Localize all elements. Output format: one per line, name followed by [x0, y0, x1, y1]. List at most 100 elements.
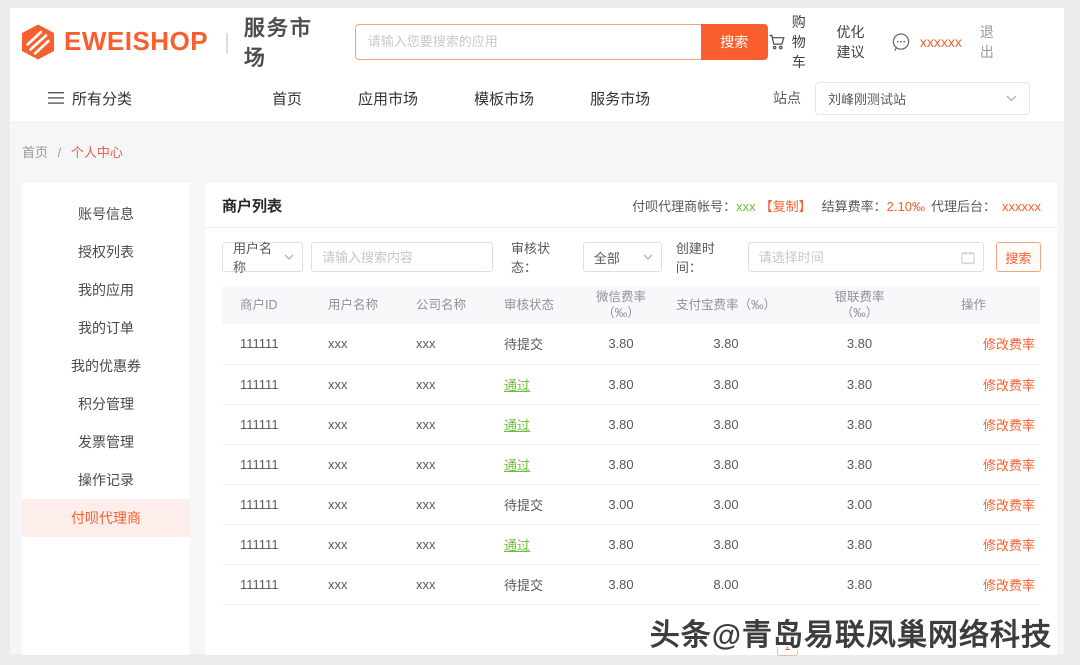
layout: 账号信息授权列表我的应用我的订单我的优惠券积分管理发票管理操作记录付呗代理商 商…: [10, 183, 1064, 655]
copy-button[interactable]: 【复制】: [760, 199, 812, 214]
message-bubble-icon[interactable]: [891, 32, 911, 52]
time-filter-label: 创建时间：: [676, 238, 740, 276]
cell-action: 修改费率: [943, 564, 1040, 604]
all-categories-button[interactable]: 所有分类: [48, 88, 132, 109]
brand-suffix: 服务市场: [244, 12, 319, 72]
cell-action: 修改费率: [943, 404, 1040, 444]
modify-rate-link[interactable]: 修改费率: [983, 418, 1035, 433]
header-search-input[interactable]: [355, 24, 701, 60]
table-column-header: 微信费率 （‰）: [566, 286, 676, 324]
cell-user-name: xxx: [310, 364, 398, 404]
modify-rate-link[interactable]: 修改费率: [983, 337, 1035, 352]
modify-rate-link[interactable]: 修改费率: [983, 498, 1035, 513]
cell-wechat-rate: 3.80: [566, 404, 676, 444]
table-column-header: 支付宝费率（‰）: [676, 286, 776, 324]
status-text[interactable]: 待提交: [504, 578, 543, 593]
cell-alipay-rate: 8.00: [676, 564, 776, 604]
menu-icon: [48, 91, 64, 105]
breadcrumb-separator: /: [58, 145, 62, 160]
sidebar-item[interactable]: 操作记录: [22, 461, 190, 499]
sidebar-item[interactable]: 授权列表: [22, 233, 190, 271]
nav-link[interactable]: 首页: [272, 88, 302, 109]
calendar-icon: [961, 251, 975, 264]
cell-audit-status: 通过: [486, 524, 566, 564]
site-area: 站点 刘峰刚测试站: [773, 82, 1030, 115]
site-label: 站点: [773, 88, 801, 108]
filter-bar: 用户名称 审核状态： 全部 创建时间：: [222, 242, 1041, 272]
modify-rate-link[interactable]: 修改费率: [983, 578, 1035, 593]
cell-user-name: xxx: [310, 564, 398, 604]
modify-rate-link[interactable]: 修改费率: [983, 378, 1035, 393]
date-picker-input[interactable]: [749, 250, 961, 265]
site-select[interactable]: 刘峰刚测试站: [815, 82, 1030, 115]
cell-user-name: xxx: [310, 524, 398, 564]
status-text[interactable]: 待提交: [504, 498, 543, 513]
cell-action: 修改费率: [943, 484, 1040, 524]
sidebar-item[interactable]: 发票管理: [22, 423, 190, 461]
cart-link[interactable]: 购物车: [768, 12, 811, 72]
status-text[interactable]: 通过: [504, 378, 530, 393]
header-search-button[interactable]: 搜索: [701, 24, 768, 60]
status-select[interactable]: 全部: [583, 242, 662, 272]
content-area: 首页 / 个人中心 账号信息授权列表我的应用我的订单我的优惠券积分管理发票管理操…: [10, 122, 1064, 654]
table-column-header: 公司名称: [398, 286, 486, 324]
sidebar-item[interactable]: 我的应用: [22, 271, 190, 309]
sidebar-item[interactable]: 账号信息: [22, 195, 190, 233]
backend-value[interactable]: xxxxxx: [1002, 199, 1041, 214]
cart-icon: [768, 33, 786, 51]
status-text[interactable]: 通过: [504, 418, 530, 433]
sidebar: 账号信息授权列表我的应用我的订单我的优惠券积分管理发票管理操作记录付呗代理商: [22, 183, 190, 655]
field-select-value: 用户名称: [233, 238, 274, 276]
cell-wechat-rate: 3.00: [566, 484, 676, 524]
modify-rate-link[interactable]: 修改费率: [983, 538, 1035, 553]
nav-link[interactable]: 应用市场: [358, 88, 418, 109]
chevron-down-icon: [1006, 95, 1017, 102]
cell-unionpay-rate: 3.80: [776, 444, 943, 484]
cell-audit-status: 通过: [486, 404, 566, 444]
field-select[interactable]: 用户名称: [222, 242, 303, 272]
status-text[interactable]: 通过: [504, 538, 530, 553]
cell-merchant-id: 111111: [222, 324, 310, 364]
breadcrumb-current: 个人中心: [71, 145, 123, 160]
date-picker[interactable]: [748, 242, 984, 272]
keyword-input[interactable]: [311, 242, 493, 272]
logo[interactable]: EWEISHOP: [20, 23, 208, 61]
cell-action: 修改费率: [943, 444, 1040, 484]
username[interactable]: xxxxxx: [920, 34, 962, 50]
cart-label: 购物车: [792, 12, 811, 72]
table-row: 111111 xxx xxx 待提交 3.00 3.00 3.00: [222, 484, 1040, 524]
settle-rate-label: 结算费率：: [822, 199, 887, 214]
cell-merchant-id: 111111: [222, 364, 310, 404]
modify-rate-link[interactable]: 修改费率: [983, 458, 1035, 473]
sidebar-item[interactable]: 付呗代理商: [22, 499, 190, 537]
nav-links: 首页 应用市场 模板市场 服务市场: [272, 88, 706, 109]
cell-alipay-rate: 3.80: [676, 404, 776, 444]
merchant-list-card: 商户列表 付呗代理商帐号：xxx【复制】结算费率：2.10‰代理后台：xxxxx…: [205, 183, 1057, 655]
all-categories-label: 所有分类: [72, 88, 132, 109]
sidebar-item[interactable]: 我的订单: [22, 309, 190, 347]
status-text[interactable]: 待提交: [504, 337, 543, 352]
table-row: 111111 xxx xxx 待提交 3.80 3.80 3.80: [222, 324, 1040, 364]
header-right: 购物车 优化建议 xxxxxx 退出: [768, 12, 998, 72]
nav-link[interactable]: 服务市场: [590, 88, 650, 109]
card-header: 商户列表 付呗代理商帐号：xxx【复制】结算费率：2.10‰代理后台：xxxxx…: [205, 183, 1057, 228]
sidebar-item[interactable]: 积分管理: [22, 385, 190, 423]
filter-search-button[interactable]: 搜索: [996, 242, 1041, 272]
suggestion-link[interactable]: 优化建议: [837, 22, 873, 62]
status-text[interactable]: 通过: [504, 458, 530, 473]
nav-link[interactable]: 模板市场: [474, 88, 534, 109]
cell-wechat-rate: 3.80: [566, 324, 676, 364]
cell-alipay-rate: 3.80: [676, 364, 776, 404]
table-row: 111111 xxx xxx 通过 3.80 3.80 3.80: [222, 524, 1040, 564]
cell-company-name: xxx: [398, 484, 486, 524]
status-filter-label: 审核状态：: [511, 238, 575, 276]
cell-audit-status: 通过: [486, 444, 566, 484]
table-row: 111111 xxx xxx 通过 3.80 3.80 3.80: [222, 444, 1040, 484]
breadcrumb-home[interactable]: 首页: [22, 145, 48, 160]
cell-merchant-id: 111111: [222, 564, 310, 604]
cell-unionpay-rate: 3.80: [776, 364, 943, 404]
sidebar-item[interactable]: 我的优惠券: [22, 347, 190, 385]
table-header-row: 商户ID 用户名称 公司名称 审核状态: [222, 286, 1040, 324]
cell-unionpay-rate: 3.00: [776, 484, 943, 524]
logout-link[interactable]: 退出: [980, 22, 998, 62]
